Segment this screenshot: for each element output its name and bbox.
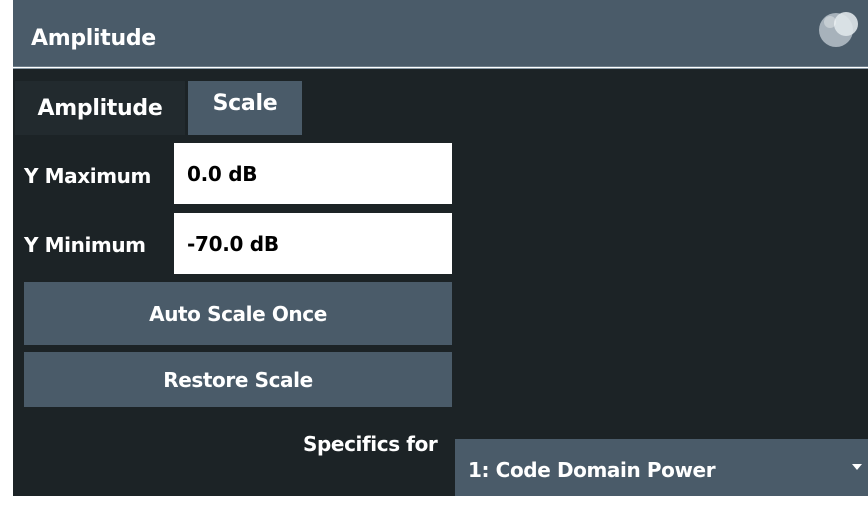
specifics-selected-value: 1: Code Domain Power bbox=[468, 458, 716, 482]
specifics-for-dropdown[interactable]: 1: Code Domain Power bbox=[455, 439, 868, 501]
dialog-title: Amplitude bbox=[31, 26, 156, 51]
dialog-bottom-margin bbox=[0, 496, 868, 527]
restore-scale-button[interactable]: Restore Scale bbox=[24, 352, 452, 407]
y-minimum-value: -70.0 dB bbox=[187, 231, 279, 256]
y-maximum-label: Y Maximum bbox=[24, 164, 151, 188]
tab-amplitude-label: Amplitude bbox=[37, 95, 163, 121]
dialog-title-bar: Amplitude bbox=[13, 0, 868, 67]
specifics-for-label: Specifics for bbox=[303, 432, 438, 456]
amplitude-dialog: Amplitude Amplitude Scale Y Maximum 0.0 … bbox=[0, 0, 868, 527]
chevron-down-icon bbox=[852, 464, 862, 470]
auto-scale-once-button[interactable]: Auto Scale Once bbox=[24, 282, 452, 345]
y-maximum-value: 0.0 dB bbox=[187, 161, 258, 186]
dialog-left-margin bbox=[0, 0, 13, 527]
y-minimum-label: Y Minimum bbox=[24, 233, 146, 257]
y-minimum-field[interactable]: -70.0 dB bbox=[174, 213, 452, 274]
restore-scale-label: Restore Scale bbox=[163, 367, 313, 392]
y-maximum-field[interactable]: 0.0 dB bbox=[174, 143, 452, 204]
auto-scale-once-label: Auto Scale Once bbox=[149, 301, 327, 326]
tab-amplitude[interactable]: Amplitude bbox=[15, 81, 185, 135]
help-bubble-icon[interactable] bbox=[816, 8, 860, 50]
tab-scale[interactable]: Scale bbox=[188, 81, 302, 135]
dialog-body: Amplitude Scale Y Maximum 0.0 dB Y Minim… bbox=[13, 68, 868, 501]
tab-scale-label: Scale bbox=[212, 91, 278, 116]
